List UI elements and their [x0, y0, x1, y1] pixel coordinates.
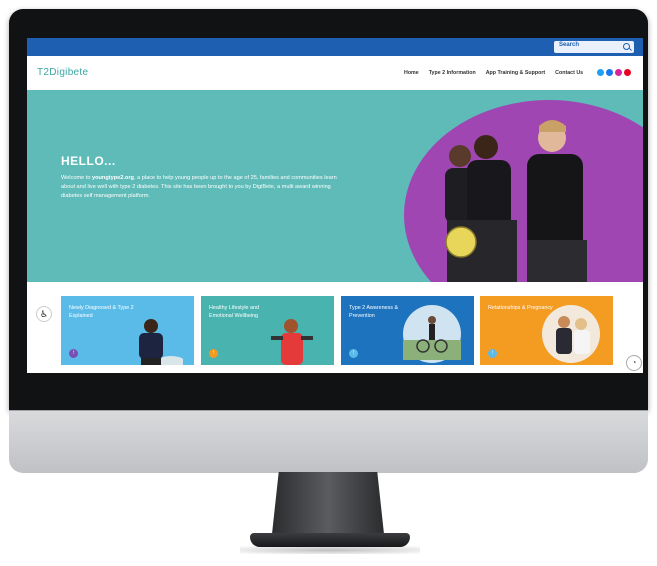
monitor-stand-neck [272, 472, 384, 534]
site-url-text: youngtype2.org [91, 175, 134, 181]
search-input[interactable]: Search [554, 41, 634, 53]
social-links [597, 69, 631, 76]
search-placeholder: Search [559, 42, 580, 48]
nav-item-contact-us[interactable]: Contact Us [555, 70, 583, 76]
instagram-icon[interactable] [615, 69, 622, 76]
arrow-up-icon[interactable]: ↑ [69, 349, 78, 358]
monitor-chin [9, 410, 648, 473]
card-photo [542, 305, 600, 363]
nav-item-home[interactable]: Home [404, 70, 419, 76]
top-bar: Search [27, 38, 643, 56]
pinterest-icon[interactable] [624, 69, 631, 76]
hero-intro-text: Welcome to youngtype2.org, a place to he… [61, 174, 341, 201]
site-logo[interactable]: T2Digibete [37, 67, 88, 78]
topic-cards: Newly Diagnosed & Type 2 Explained ↑ Hea… [27, 282, 643, 373]
card-awareness-prevention[interactable]: Type 2 Awareness & Prevention ↑ [341, 296, 474, 365]
hero-heading: HELLO... [61, 154, 116, 168]
arrow-up-icon[interactable]: ↑ [488, 349, 497, 358]
card-photo [271, 319, 313, 365]
cookie-icon[interactable]: ◔ [626, 355, 642, 371]
hero-banner: HELLO... Welcome to youngtype2.org, a pl… [27, 90, 643, 282]
card-newly-diagnosed[interactable]: Newly Diagnosed & Type 2 Explained ↑ [61, 296, 194, 365]
arrow-up-icon[interactable]: ↑ [349, 349, 358, 358]
card-relationships-pregnancy[interactable]: Relationships & Pregnancy ↑ [480, 296, 613, 365]
browser-screen: Search T2Digibete Home Type 2 Informatio… [27, 38, 643, 373]
accessibility-icon[interactable]: ♿ [36, 306, 52, 322]
intro-text-start: Welcome to [61, 175, 92, 181]
card-healthy-lifestyle[interactable]: Healthy Lifestyle and Emotional Wellbein… [201, 296, 334, 365]
monitor-stand-base [250, 533, 410, 547]
arrow-up-icon[interactable]: ↑ [209, 349, 218, 358]
main-navbar: T2Digibete Home Type 2 Information App T… [27, 56, 643, 90]
card-photo [139, 319, 183, 365]
card-photo [403, 305, 461, 363]
nav-menu: Home Type 2 Information App Training & S… [404, 70, 583, 76]
stand-shadow [240, 546, 420, 554]
nav-item-type-2-information[interactable]: Type 2 Information [429, 70, 476, 76]
facebook-icon[interactable] [606, 69, 613, 76]
nav-item-app-training[interactable]: App Training & Support [486, 70, 545, 76]
twitter-icon[interactable] [597, 69, 604, 76]
search-icon[interactable] [623, 43, 630, 50]
card-label: Healthy Lifestyle and Emotional Wellbein… [209, 305, 260, 319]
